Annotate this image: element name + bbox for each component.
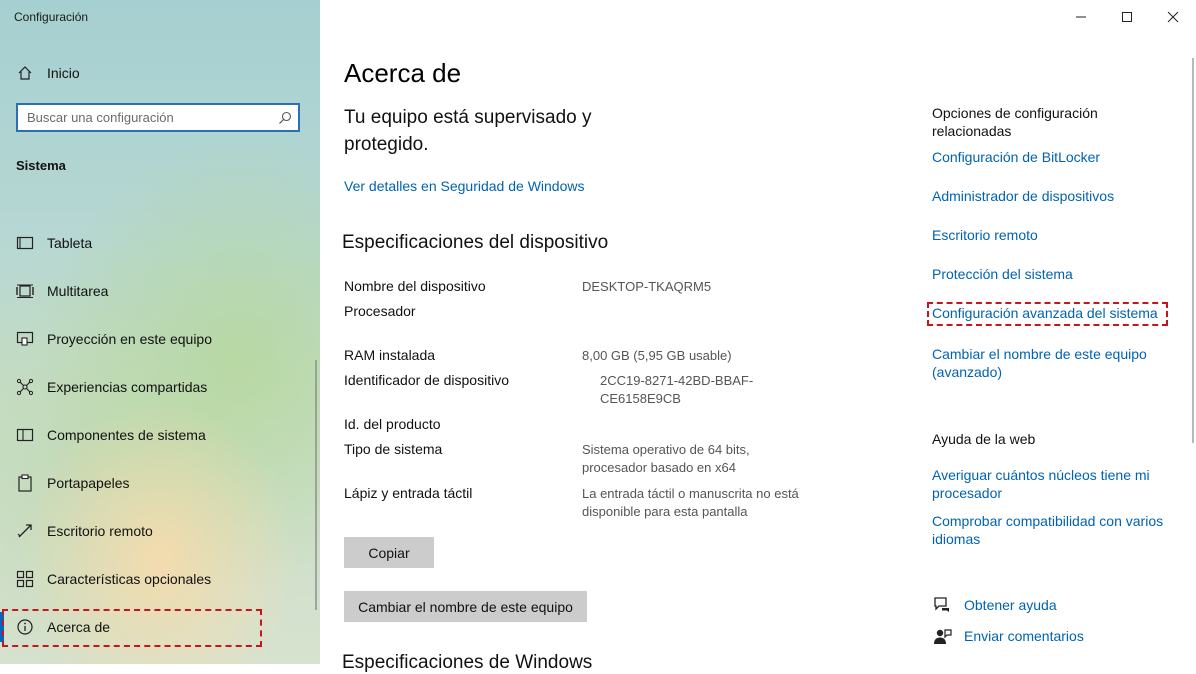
web-help-heading: Ayuda de la web — [932, 431, 1036, 447]
sidebar-item-label: Proyección en este equipo — [47, 331, 212, 347]
protection-status: Tu equipo está supervisado y protegido. — [344, 107, 592, 155]
main-content: Acerca de Tu equipo está supervisado y p… — [320, 0, 1196, 673]
minimize-icon — [1076, 16, 1086, 18]
copy-button[interactable]: Copiar — [344, 537, 434, 568]
sidebar-item-clipboard[interactable]: Portapapeles — [0, 463, 320, 503]
spec-value-pen-touch: La entrada táctil o manuscrita no está d… — [582, 486, 799, 519]
info-icon — [16, 618, 34, 636]
sidebar-item-home[interactable]: Inicio — [0, 53, 320, 93]
sidebar-item-shared-experiences[interactable]: Experiencias compartidas — [0, 367, 320, 407]
shared-experiences-icon — [16, 378, 34, 396]
spec-label-pen-touch: Lápiz y entrada táctil — [344, 485, 473, 501]
spec-label-ram: RAM instalada — [344, 347, 436, 363]
remote-desktop-link[interactable]: Escritorio remoto — [932, 227, 1038, 243]
sidebar-item-tablet[interactable]: Tableta — [0, 223, 320, 263]
spec-value-device-name: DESKTOP-TKAQRM5 — [582, 279, 712, 294]
get-help-row[interactable]: Obtener ayuda — [932, 595, 1057, 615]
spec-value-system-type: Sistema operativo de 64 bits, procesador… — [582, 442, 750, 475]
sidebar-item-label: Escritorio remoto — [47, 523, 153, 539]
rename-pc-advanced-link[interactable]: Cambiar el nombre de este equipo (avanza… — [932, 345, 1167, 381]
windows-specs-title: Especificaciones de Windows — [342, 652, 593, 673]
sidebar-item-label: Experiencias compartidas — [47, 379, 208, 395]
spec-value-device-id: 2CC19-8271-42BD-BBAF-CE6158E9CB — [600, 373, 754, 406]
search-icon[interactable] — [278, 111, 292, 130]
sidebar-item-label: Portapapeles — [47, 475, 130, 491]
system-components-icon — [16, 426, 34, 444]
language-compat-link[interactable]: Comprobar compatibilidad con varios idio… — [932, 512, 1177, 548]
system-protection-link[interactable]: Protección del sistema — [932, 266, 1073, 282]
remote-desktop-icon — [16, 522, 34, 540]
rename-pc-button[interactable]: Cambiar el nombre de este equipo — [344, 591, 587, 622]
feedback-link[interactable]: Enviar comentarios — [964, 628, 1084, 644]
maximize-icon — [1122, 12, 1132, 22]
optional-features-icon — [16, 570, 34, 588]
sidebar-item-remote-desktop[interactable]: Escritorio remoto — [0, 511, 320, 551]
search-input[interactable] — [18, 105, 267, 130]
device-manager-link[interactable]: Administrador de dispositivos — [932, 188, 1114, 204]
close-icon — [1167, 11, 1179, 23]
spec-label-device-id: Identificador de dispositivo — [344, 372, 509, 388]
spec-label-system-type: Tipo de sistema — [344, 441, 443, 457]
sidebar-item-label: Características opcionales — [47, 571, 212, 587]
sidebar-item-about[interactable]: Acerca de — [0, 607, 320, 647]
sidebar-item-label: Componentes de sistema — [47, 427, 206, 443]
search-box[interactable] — [16, 103, 300, 132]
sidebar-item-label: Tableta — [47, 235, 93, 251]
maximize-button[interactable] — [1104, 4, 1150, 30]
sidebar-scrollbar[interactable] — [315, 360, 317, 610]
sidebar-item-projection[interactable]: Proyección en este equipo — [0, 319, 320, 359]
device-specs-title: Especificaciones del dispositivo — [342, 232, 609, 253]
home-icon — [16, 64, 34, 82]
close-button[interactable] — [1150, 4, 1196, 30]
spec-label-device-name: Nombre del dispositivo — [344, 278, 486, 294]
sidebar-item-system-components[interactable]: Componentes de sistema — [0, 415, 320, 455]
spec-label-product-id: Id. del producto — [344, 416, 441, 432]
multitask-icon — [16, 282, 34, 300]
get-help-icon — [932, 595, 952, 615]
minimize-button[interactable] — [1058, 4, 1104, 30]
related-settings-heading: Opciones de configuración relacionadas — [932, 105, 1098, 139]
get-help-link[interactable]: Obtener ayuda — [964, 597, 1057, 613]
tablet-icon — [16, 234, 34, 252]
spec-value-ram: 8,00 GB (5,95 GB usable) — [582, 348, 732, 363]
section-label: Sistema — [16, 158, 66, 173]
sidebar-item-multitasking[interactable]: Multitarea — [0, 271, 320, 311]
spec-label-processor: Procesador — [344, 303, 416, 319]
window-title: Configuración — [14, 10, 89, 24]
clipboard-icon — [16, 474, 34, 492]
sidebar-item-label: Inicio — [47, 65, 80, 81]
bitlocker-link[interactable]: Configuración de BitLocker — [932, 149, 1100, 165]
processor-cores-link[interactable]: Averiguar cuántos núcleos tiene mi proce… — [932, 466, 1167, 502]
main-scrollbar[interactable] — [1192, 58, 1194, 443]
sidebar-item-label: Acerca de — [47, 619, 111, 635]
feedback-icon — [932, 626, 952, 646]
projection-icon — [16, 330, 34, 348]
sidebar: Configuración Inicio Sistema Tableta Mul… — [0, 0, 320, 664]
sidebar-item-label: Multitarea — [47, 283, 109, 299]
security-details-link[interactable]: Ver detalles en Seguridad de Windows — [344, 178, 584, 194]
advanced-system-settings-link[interactable]: Configuración avanzada del sistema — [932, 305, 1158, 321]
page-title: Acerca de — [344, 58, 462, 88]
feedback-row[interactable]: Enviar comentarios — [932, 626, 1084, 646]
sidebar-item-optional-features[interactable]: Características opcionales — [0, 559, 320, 599]
